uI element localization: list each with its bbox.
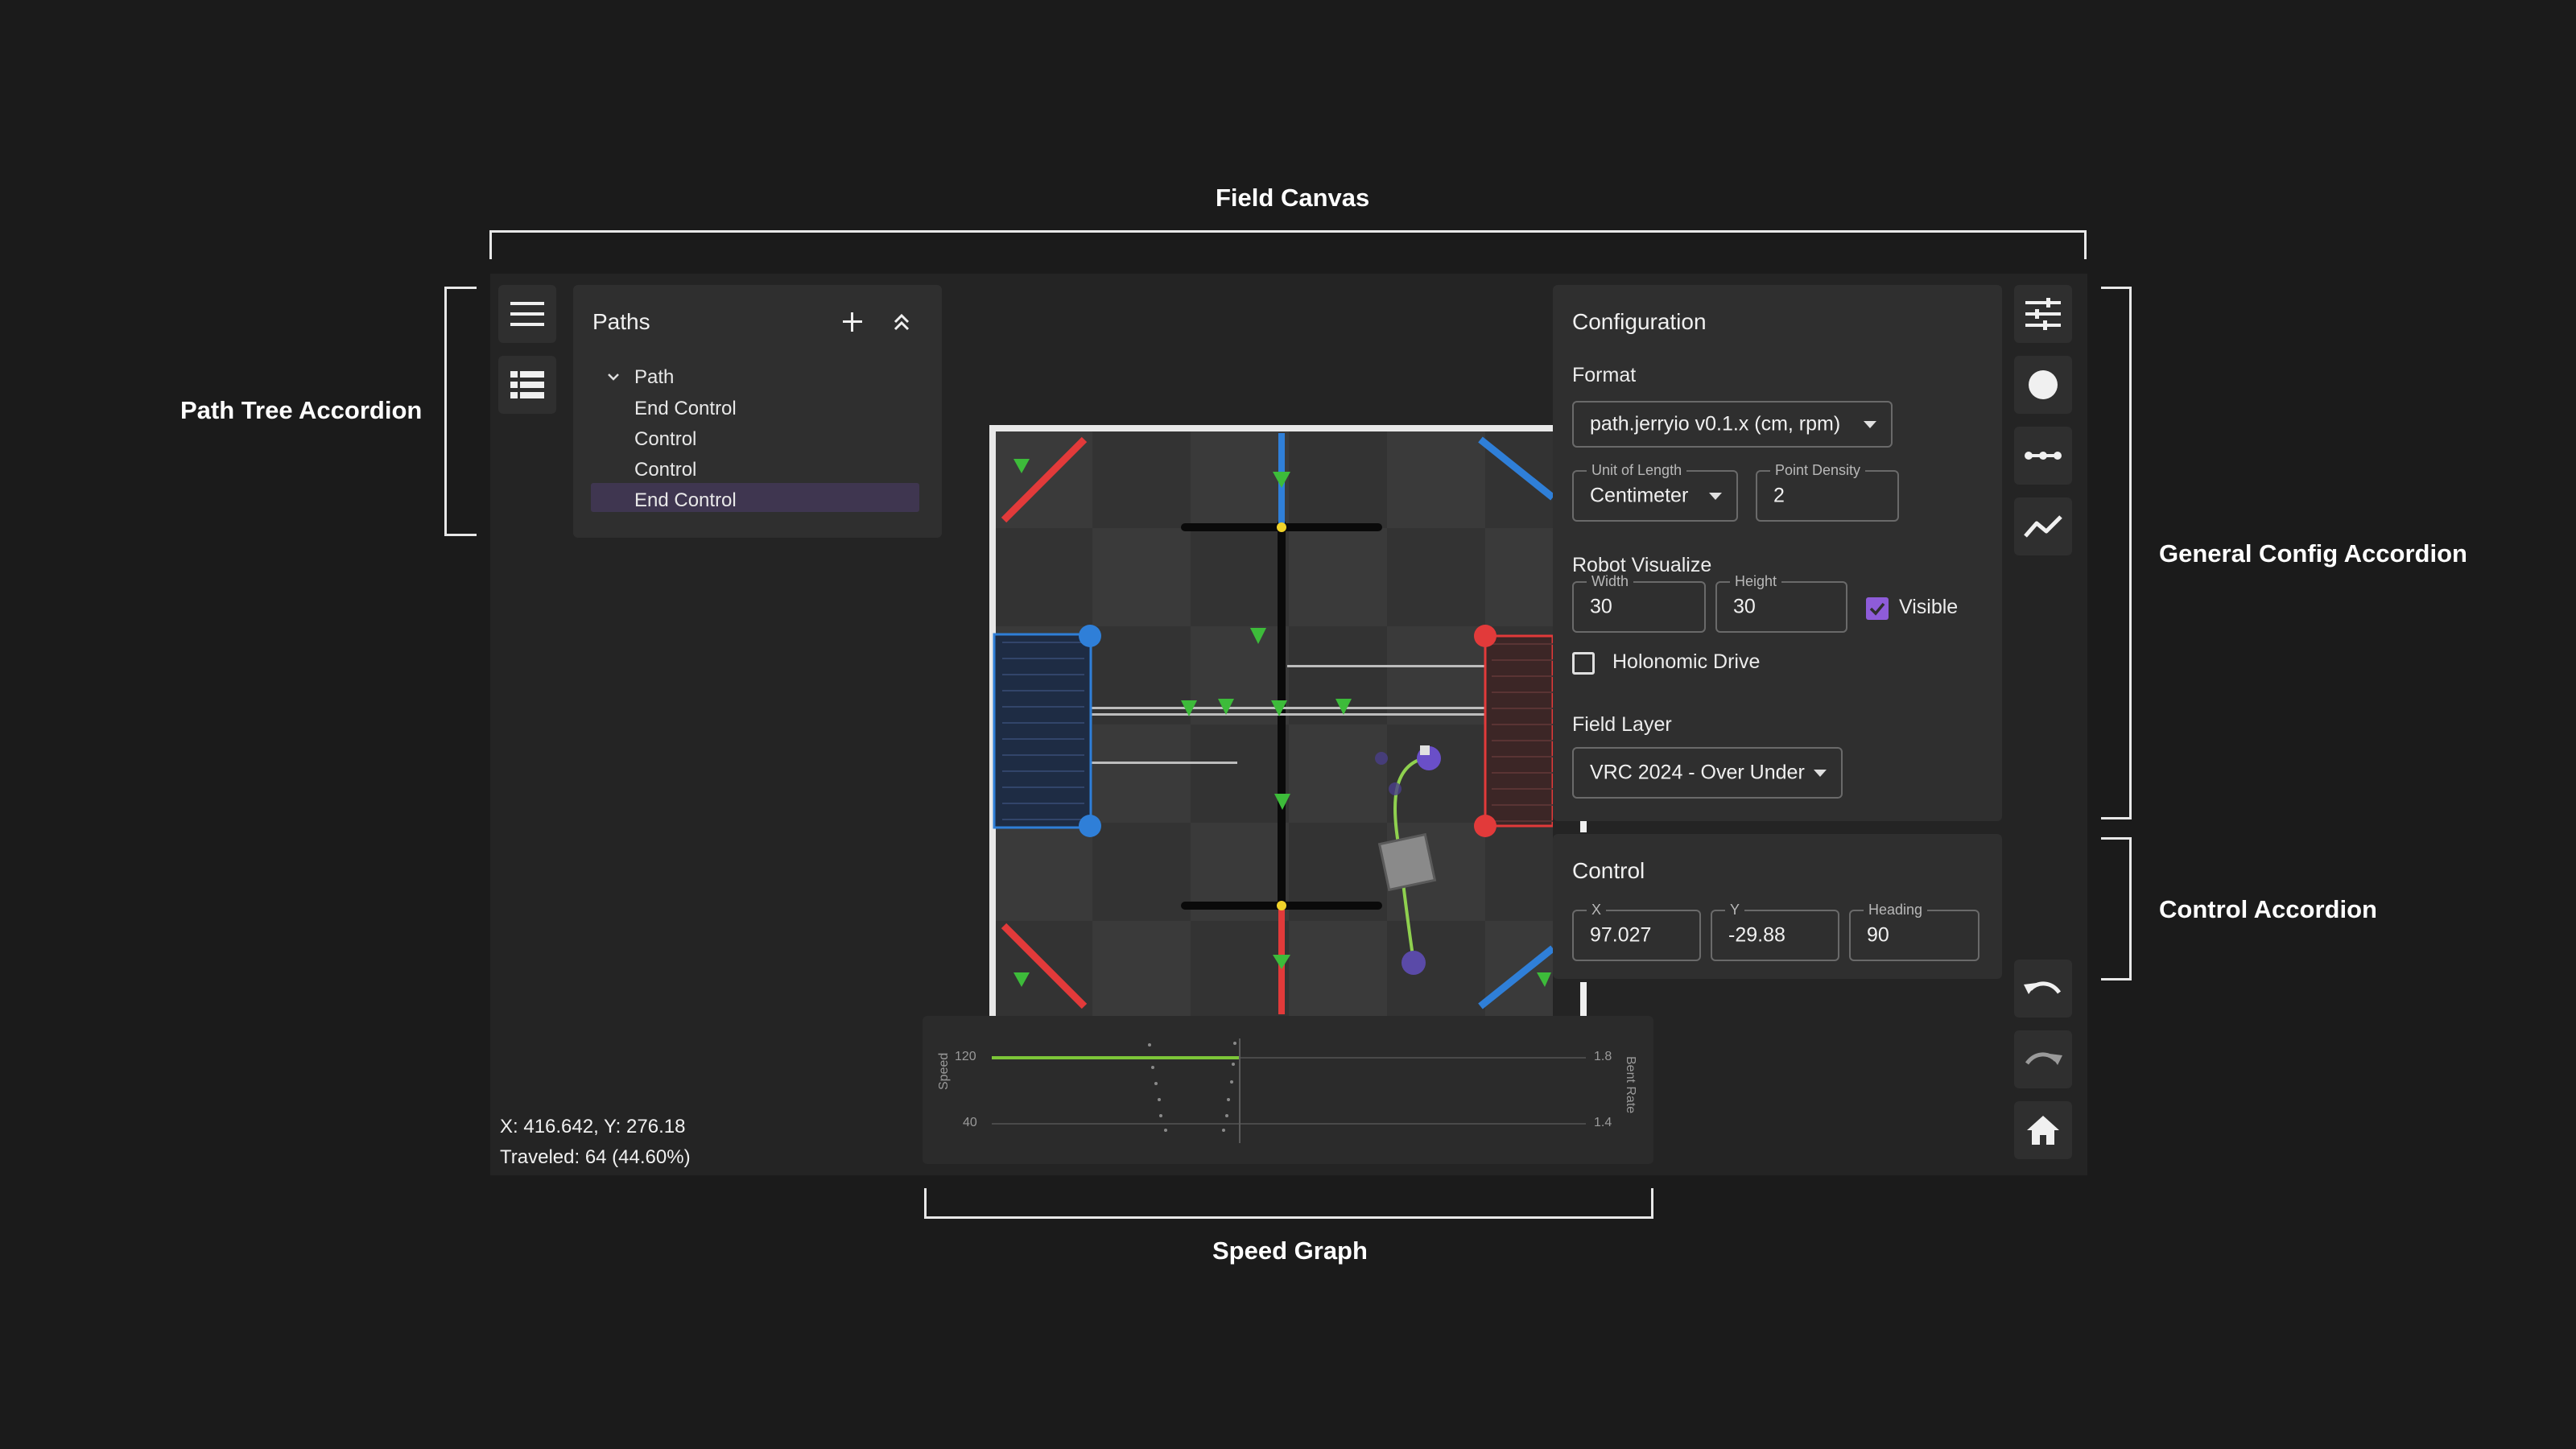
tree-item-end-control-selected[interactable]: End Control bbox=[634, 489, 737, 512]
home-button[interactable] bbox=[2014, 1101, 2072, 1159]
tree-item-end-control[interactable]: End Control bbox=[634, 398, 737, 420]
control-y-input[interactable]: Y -29.88 bbox=[1711, 902, 1839, 961]
control-x-input[interactable]: X 97.027 bbox=[1572, 902, 1701, 961]
graph-icon bbox=[2024, 515, 2062, 538]
cursor-coordinates: X: 416.642, Y: 276.18 bbox=[500, 1116, 686, 1137]
bent-rate-tick-top: 1.8 bbox=[1594, 1050, 1612, 1063]
tree-item-control[interactable]: Control bbox=[634, 428, 696, 451]
control-heading-input[interactable]: Heading 90 bbox=[1849, 902, 1979, 961]
path-tree-button[interactable] bbox=[498, 356, 556, 414]
field-layer-label: Field Layer bbox=[1572, 713, 1672, 736]
speed-tick-top: 120 bbox=[955, 1050, 976, 1063]
chevron-down-icon[interactable] bbox=[605, 369, 621, 385]
chevron-down-icon bbox=[1814, 770, 1827, 777]
bracket-general-config bbox=[2101, 287, 2132, 819]
list-icon bbox=[510, 371, 544, 398]
check-icon bbox=[1869, 602, 1885, 616]
redo-icon bbox=[2025, 1052, 2062, 1065]
robot-width-input[interactable]: Width 30 bbox=[1572, 573, 1706, 633]
unit-select[interactable]: Unit of Length Centimeter bbox=[1572, 462, 1738, 522]
bent-rate-axis-label: Bent Rate bbox=[1624, 1056, 1637, 1114]
control-tool-button[interactable] bbox=[2014, 356, 2072, 414]
bracket-field-canvas bbox=[489, 230, 2087, 259]
speed-graph-panel: Speed 120 40 1.8 1.4 Bent Rate bbox=[923, 1016, 1653, 1164]
segment-tool-button[interactable] bbox=[2014, 427, 2072, 485]
chevron-down-icon bbox=[1709, 493, 1722, 500]
add-path-icon[interactable] bbox=[841, 311, 864, 333]
bracket-speed-graph bbox=[924, 1188, 1653, 1219]
robot-height-input[interactable]: Height 30 bbox=[1715, 573, 1847, 633]
tune-icon bbox=[2025, 298, 2061, 330]
annotation-path-tree: Path Tree Accordion bbox=[180, 396, 423, 424]
home-icon bbox=[2027, 1116, 2059, 1145]
control-title: Control bbox=[1572, 858, 1645, 883]
segment-icon bbox=[2025, 452, 2062, 460]
speed-graph[interactable] bbox=[923, 1016, 1653, 1164]
format-label: Format bbox=[1572, 364, 1637, 386]
bent-rate-tick-bottom: 1.4 bbox=[1594, 1116, 1612, 1129]
point-density-input[interactable]: Point Density 2 bbox=[1756, 462, 1899, 522]
holonomic-label: Holonomic Drive bbox=[1612, 650, 1761, 673]
paths-panel: Paths Path End Control Control Control E… bbox=[573, 285, 942, 538]
field-layer-select[interactable]: VRC 2024 - Over Under bbox=[1572, 747, 1843, 799]
undo-button[interactable] bbox=[2014, 960, 2072, 1018]
menu-button[interactable] bbox=[498, 285, 556, 343]
graph-button[interactable] bbox=[2014, 497, 2072, 555]
speed-tick-bottom: 40 bbox=[963, 1116, 977, 1129]
annotation-general-config: General Config Accordion bbox=[2159, 539, 2467, 568]
bracket-path-tree bbox=[444, 287, 477, 536]
app-window: Paths Path End Control Control Control E… bbox=[490, 274, 2087, 1175]
tree-item-control[interactable]: Control bbox=[634, 459, 696, 481]
circle-icon bbox=[2029, 370, 2058, 399]
speed-axis-label: Speed bbox=[937, 1052, 951, 1090]
configuration-panel: Configuration Format path.jerryio v0.1.x… bbox=[1553, 285, 2002, 821]
control-panel: Control X 97.027 Y -29.88 Heading 90 bbox=[1553, 834, 2002, 979]
annotation-field-canvas: Field Canvas bbox=[1216, 184, 1370, 212]
format-select[interactable]: path.jerryio v0.1.x (cm, rpm) bbox=[1572, 401, 1893, 448]
robot-visualize bbox=[1377, 832, 1437, 892]
holonomic-checkbox[interactable] bbox=[1572, 652, 1595, 675]
traveled-distance: Traveled: 64 (44.60%) bbox=[500, 1146, 691, 1168]
annotation-control: Control Accordion bbox=[2159, 895, 2377, 923]
collapse-all-icon[interactable] bbox=[890, 311, 913, 333]
field-edge-pole-top bbox=[1580, 821, 1587, 832]
redo-button[interactable] bbox=[2014, 1030, 2072, 1088]
chevron-down-icon bbox=[1864, 421, 1876, 428]
configuration-title: Configuration bbox=[1572, 309, 1707, 334]
paths-title: Paths bbox=[592, 309, 650, 334]
field-canvas[interactable] bbox=[989, 425, 1553, 1021]
bracket-control bbox=[2101, 837, 2132, 980]
visible-label: Visible bbox=[1899, 596, 1959, 618]
general-config-button[interactable] bbox=[2014, 285, 2072, 343]
annotation-speed-graph: Speed Graph bbox=[1212, 1236, 1368, 1265]
undo-icon bbox=[2024, 981, 2062, 994]
visible-checkbox[interactable] bbox=[1866, 597, 1889, 620]
menu-icon bbox=[510, 302, 544, 326]
field-edge-pole-bottom bbox=[1580, 982, 1587, 1019]
tree-item-path[interactable]: Path bbox=[634, 366, 674, 389]
